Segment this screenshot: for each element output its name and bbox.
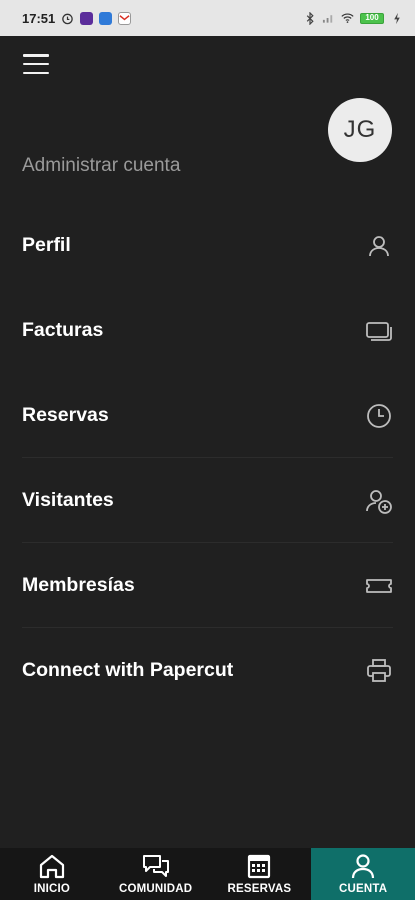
printer-icon [365, 657, 393, 685]
account-menu: Perfil Facturas Reservas Visitantes Memb… [0, 203, 415, 713]
nav-label: INICIO [33, 883, 71, 895]
status-time: 17:51 [22, 10, 56, 26]
nav-label: COMUNIDAD [118, 883, 193, 895]
menu-item-label: Reservas [22, 404, 109, 426]
calendar-icon [248, 854, 271, 879]
status-right: 100 [303, 11, 403, 25]
nav-item-comunidad[interactable]: COMUNIDAD [104, 848, 208, 900]
bottom-nav: INICIO COMUNIDAD RESERVAS CUENTA [0, 848, 415, 900]
menu-item-label: Connect with Papercut [22, 659, 234, 681]
bluetooth-icon [303, 11, 316, 25]
menu-item-facturas[interactable]: Facturas [0, 288, 415, 373]
cards-icon [365, 317, 393, 345]
charging-icon [390, 12, 403, 25]
nav-item-inicio[interactable]: INICIO [0, 848, 104, 900]
menu-item-perfil[interactable]: Perfil [0, 203, 415, 288]
menu-item-visitantes[interactable]: Visitantes [0, 458, 415, 543]
home-icon [39, 854, 64, 879]
user-icon [352, 854, 375, 879]
status-left: 17:51 [22, 10, 132, 26]
clock-icon [365, 402, 393, 430]
user-icon [365, 232, 393, 260]
nav-item-reservas[interactable]: RESERVAS [208, 848, 312, 900]
nav-label: CUENTA [338, 883, 388, 895]
menu-item-membresias[interactable]: Membresías [0, 543, 415, 628]
wifi-icon [341, 12, 354, 25]
app-notification-icon [80, 11, 94, 25]
app-notification-icon [99, 11, 113, 25]
battery-indicator: 100 [360, 12, 384, 24]
menu-item-papercut[interactable]: Connect with Papercut [0, 628, 415, 713]
signal-icon [322, 12, 335, 25]
page-title: Administrar cuenta [22, 155, 181, 176]
add-user-icon [365, 487, 393, 515]
menu-item-label: Perfil [22, 234, 71, 256]
avatar[interactable]: JG [328, 98, 392, 162]
menu-hamburger-icon[interactable] [23, 54, 49, 74]
status-bar: 17:51 100 [0, 0, 415, 36]
nav-label: RESERVAS [227, 883, 292, 895]
mail-notification-icon [118, 11, 132, 25]
alarm-icon [61, 12, 74, 25]
nav-item-cuenta[interactable]: CUENTA [311, 848, 415, 900]
chat-icon [142, 855, 169, 877]
menu-item-label: Facturas [22, 319, 104, 341]
ticket-icon [365, 572, 393, 600]
menu-item-label: Visitantes [22, 489, 114, 511]
menu-item-reservas[interactable]: Reservas [0, 373, 415, 458]
menu-item-label: Membresías [22, 574, 135, 596]
